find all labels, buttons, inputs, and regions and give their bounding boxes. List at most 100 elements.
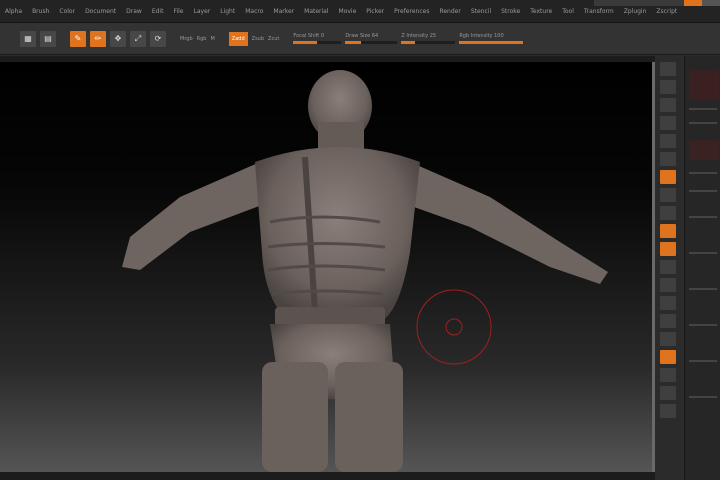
brush-cursor-inner <box>445 318 463 336</box>
menu-stroke[interactable]: Stroke <box>496 8 525 15</box>
tray-row[interactable] <box>689 288 717 290</box>
character-mesh <box>122 70 608 472</box>
tray-row[interactable] <box>689 360 717 362</box>
top-toolbar: ▦ ▤ ✎ ✏ ✥ ⤢ ⟳ Mrgb Rgb M Zadd Zsub Zcut … <box>0 23 720 55</box>
menu-layer[interactable]: Layer <box>189 8 216 15</box>
rotate-icon: ⟳ <box>154 34 162 43</box>
shelf-transp-button[interactable] <box>659 350 676 364</box>
menu-light[interactable]: Light <box>215 8 240 15</box>
zcut-label: Zcut <box>268 35 280 42</box>
shelf-zoom-button[interactable] <box>659 116 676 130</box>
z-intensity-fill <box>401 41 415 44</box>
draw-size-fill <box>345 41 361 44</box>
mrgb-toggle[interactable]: Mrgb <box>180 32 193 46</box>
tray-row[interactable] <box>689 108 717 110</box>
projection-master-button[interactable]: ▦ <box>20 30 36 47</box>
rgb-intensity-track[interactable] <box>459 41 524 44</box>
menu-render[interactable]: Render <box>434 8 465 15</box>
menu-brush[interactable]: Brush <box>27 8 54 15</box>
rgb-intensity-label: Rgb Intensity 100 <box>459 33 504 39</box>
tray-row[interactable] <box>689 190 717 192</box>
shelf-local-button[interactable] <box>659 206 676 220</box>
menu-stencil[interactable]: Stencil <box>466 8 496 15</box>
menu-macro[interactable]: Macro <box>240 8 268 15</box>
focal-shift-track[interactable] <box>293 41 342 44</box>
focal-shift-slider[interactable]: Focal Shift 0 <box>293 32 342 46</box>
tray-row[interactable] <box>689 216 717 218</box>
menu-movie[interactable]: Movie <box>334 8 362 15</box>
rgb-intensity-fill <box>459 41 524 44</box>
shelf-actual-button[interactable] <box>659 134 676 148</box>
shelf-floor-button[interactable] <box>659 188 676 202</box>
shelf-aahalf-button[interactable] <box>659 152 676 166</box>
z-intensity-slider[interactable]: Z Intensity 25 <box>401 32 456 46</box>
shelf-spix-button[interactable] <box>659 80 676 94</box>
move-button[interactable]: ✥ <box>110 30 126 47</box>
edit-button[interactable]: ✎ <box>70 30 86 47</box>
menu-alpha[interactable]: Alpha <box>0 8 27 15</box>
menu-edit[interactable]: Edit <box>147 8 169 15</box>
menu-document[interactable]: Document <box>80 8 121 15</box>
menu-color[interactable]: Color <box>54 8 80 15</box>
z-intensity-track[interactable] <box>401 41 456 44</box>
color-swatches[interactable] <box>594 0 720 6</box>
menu-file[interactable]: File <box>168 8 188 15</box>
shelf-scale-button[interactable] <box>659 296 676 310</box>
menu-zplugin[interactable]: Zplugin <box>619 8 652 15</box>
document-canvas[interactable] <box>0 62 655 472</box>
menu-material[interactable]: Material <box>299 8 333 15</box>
shelf-lsym-button[interactable] <box>659 224 676 238</box>
menu-marker[interactable]: Marker <box>268 8 299 15</box>
tray-row[interactable] <box>689 324 717 326</box>
swatch-dark[interactable] <box>594 0 684 6</box>
tray-row[interactable] <box>689 252 717 254</box>
zsub-label: Zsub <box>251 35 265 42</box>
zadd-toggle[interactable]: Zadd <box>228 31 248 46</box>
tray-row[interactable] <box>689 172 717 174</box>
z-intensity-label: Z Intensity 25 <box>401 33 437 39</box>
rgb-intensity-slider[interactable]: Rgb Intensity 100 <box>459 32 524 46</box>
menu-texture[interactable]: Texture <box>525 8 557 15</box>
shelf-scroll-button[interactable] <box>659 98 676 112</box>
swatch-orange[interactable] <box>684 0 702 6</box>
right-shelf <box>655 56 680 480</box>
shelf-polyf-button[interactable] <box>659 332 676 346</box>
shelf-xyz-button[interactable] <box>659 242 676 256</box>
shelf-solo-button[interactable] <box>659 386 676 400</box>
tool-thumbnail[interactable] <box>689 70 719 100</box>
draw-size-track[interactable] <box>345 41 398 44</box>
rgb-toggle[interactable]: Rgb <box>197 32 207 46</box>
menu-transform[interactable]: Transform <box>579 8 619 15</box>
draw-button[interactable]: ✏ <box>90 30 106 47</box>
menu-zscript[interactable]: Zscript <box>651 8 682 15</box>
menu-preferences[interactable]: Preferences <box>389 8 434 15</box>
menu-draw[interactable]: Draw <box>121 8 147 15</box>
draw-size-slider[interactable]: Draw Size 64 <box>345 32 398 46</box>
mrgb-label: Mrgb <box>180 35 193 42</box>
scale-button[interactable]: ⤢ <box>130 30 146 47</box>
edit-icon: ✎ <box>74 34 82 43</box>
mesh-torso <box>255 147 420 322</box>
zsub-toggle[interactable]: Zsub <box>252 32 264 46</box>
brush-cursor-outer <box>416 289 492 365</box>
m-label: M <box>210 35 215 42</box>
tray-row[interactable] <box>689 122 717 124</box>
m-toggle[interactable]: M <box>210 32 214 46</box>
menu-tool[interactable]: Tool <box>557 8 579 15</box>
swatch-gray[interactable] <box>702 0 720 6</box>
shelf-xpose-button[interactable] <box>659 404 676 418</box>
shelf-rotate-button[interactable] <box>659 314 676 328</box>
tray-row[interactable] <box>689 396 717 398</box>
lightbox-button[interactable]: ▤ <box>40 30 56 47</box>
shelf-move-button[interactable] <box>659 278 676 292</box>
shelf-frame-button[interactable] <box>659 260 676 274</box>
scale-icon: ⤢ <box>134 33 142 43</box>
shelf-persp-button[interactable] <box>659 170 676 184</box>
sculpt-model <box>122 70 608 472</box>
shelf-bpr-button[interactable] <box>659 62 676 76</box>
rotate-button[interactable]: ⟳ <box>150 30 166 47</box>
menu-picker[interactable]: Picker <box>361 8 389 15</box>
subtool-thumbnail[interactable] <box>689 140 719 160</box>
zcut-toggle[interactable]: Zcut <box>268 32 279 46</box>
shelf-ghost-button[interactable] <box>659 368 676 382</box>
